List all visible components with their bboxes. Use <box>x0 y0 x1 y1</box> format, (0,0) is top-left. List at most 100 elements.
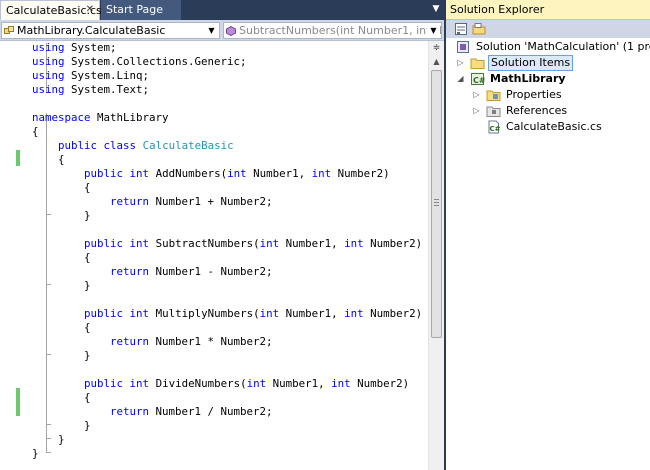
code-text: { <box>32 125 39 138</box>
tab-label: Start Page <box>106 3 163 16</box>
scroll-up-icon[interactable]: ▲ <box>429 55 444 69</box>
member-dropdown-value: SubtractNumbers(int Number1, int Numl <box>239 24 442 37</box>
code-line: public int AddNumbers(int Number1, int N… <box>32 167 390 181</box>
code-line: } <box>32 349 91 363</box>
code-keyword: int <box>259 307 280 320</box>
solution-tree: Solution 'MathCalculation' (1 project) ▷… <box>446 38 650 470</box>
properties-folder-icon <box>486 90 501 101</box>
outlining-margin <box>21 41 51 470</box>
code-line: using System.Text; <box>32 83 149 97</box>
code-text: Number1 + Number2; <box>149 195 273 208</box>
code-text: { <box>32 391 91 404</box>
code-text: DivideNumbers( <box>149 377 247 390</box>
expand-arrow-icon[interactable]: ▷ <box>472 87 481 103</box>
code-line: return Number1 / Number2; <box>32 405 273 419</box>
code-line: public int DivideNumbers(int Number1, in… <box>32 377 409 391</box>
tab-list-dropdown-icon[interactable]: ▼ <box>431 4 441 14</box>
code-text: Number2) <box>350 377 410 390</box>
code-line: { <box>32 153 65 167</box>
properties-icon[interactable] <box>454 22 468 36</box>
member-dropdown[interactable]: SubtractNumbers(int Number1, int Numl ▼ <box>223 22 442 39</box>
references-icon <box>486 106 501 117</box>
code-text: Number1 / Number2; <box>149 405 273 418</box>
code-line: namespace MathLibrary <box>32 111 169 125</box>
code-line: return Number1 * Number2; <box>32 335 273 349</box>
code-text: } <box>32 279 91 292</box>
expand-arrow-icon[interactable]: ▷ <box>456 55 465 71</box>
code-type-name: CalculateBasic <box>142 139 234 152</box>
tab-calculatebasic-cs[interactable]: CalculateBasic.cs ✕ <box>0 0 102 20</box>
folder-icon <box>470 58 485 69</box>
show-all-files-icon[interactable] <box>472 22 486 36</box>
code-text: { <box>32 153 65 166</box>
code-keyword: public <box>84 167 124 180</box>
code-text: Number1, <box>266 377 332 390</box>
code-text: System.Linq; <box>64 69 150 82</box>
code-text: System; <box>64 41 117 54</box>
code-text: { <box>32 181 91 194</box>
navigation-bar: MathLibrary.CalculateBasic ▼ SubtractNum… <box>0 20 444 41</box>
code-editor-pane: CalculateBasic.cs ✕ Start Page ▼ MathLib… <box>0 0 444 470</box>
grip-icon <box>434 202 439 203</box>
code-keyword: using <box>32 55 65 68</box>
code-line: using System; <box>32 41 117 55</box>
chevron-down-icon[interactable]: ▼ <box>205 24 218 37</box>
tab-start-page[interactable]: Start Page <box>101 0 181 20</box>
svg-text:C#: C# <box>473 76 485 85</box>
code-text: MultiplyNumbers( <box>149 307 260 320</box>
expand-arrow-icon[interactable]: ▷ <box>472 103 481 119</box>
chevron-down-icon[interactable]: ▼ <box>427 24 440 37</box>
code-line: } <box>32 209 91 223</box>
code-keyword: int <box>246 377 267 390</box>
vertical-scrollbar[interactable]: ≑ ▲ <box>428 41 444 470</box>
code-line: public int MultiplyNumbers(int Number1, … <box>32 307 422 321</box>
code-text: SubtractNumbers( <box>149 237 260 250</box>
code-keyword: int <box>129 237 150 250</box>
code-text: } <box>32 447 39 460</box>
scroll-thumb[interactable] <box>431 70 442 338</box>
close-tab-icon[interactable]: ✕ <box>86 4 94 15</box>
csharp-file-icon: C# <box>488 120 501 134</box>
code-line: public int SubtractNumbers(int Number1, … <box>32 237 422 251</box>
code-line: return Number1 + Number2; <box>32 195 273 209</box>
class-icon <box>4 26 14 34</box>
code-text-area[interactable]: using System; using System.Collections.Ge… <box>0 41 428 470</box>
code-keyword: using <box>32 83 65 96</box>
code-keyword: int <box>259 237 280 250</box>
code-line: { <box>32 125 39 139</box>
code-keyword: return <box>110 265 150 278</box>
tree-node-label: Solution 'MathCalculation' (1 project) <box>476 40 650 53</box>
type-dropdown-value: MathLibrary.CalculateBasic <box>17 24 166 37</box>
code-text: } <box>32 349 91 362</box>
code-text: Number2) <box>363 307 423 320</box>
code-line: return Number1 - Number2; <box>32 265 273 279</box>
code-line: { <box>32 321 91 335</box>
document-tabstrip: CalculateBasic.cs ✕ Start Page ▼ <box>0 0 444 20</box>
code-keyword: int <box>344 237 364 250</box>
code-text: System.Text; <box>64 83 150 96</box>
code-text: { <box>32 321 91 334</box>
splitter-handle-icon[interactable]: ≑ <box>429 41 444 55</box>
code-line: using System.Linq; <box>32 69 149 83</box>
grip-icon <box>434 205 439 206</box>
solution-explorer-toolbar <box>446 20 650 38</box>
code-text: Number2) <box>331 167 390 180</box>
tree-node-label: Properties <box>506 88 562 101</box>
code-keyword: public <box>58 139 98 152</box>
code-keyword: public <box>84 307 124 320</box>
code-keyword: return <box>110 195 150 208</box>
tree-node-label: CalculateBasic.cs <box>506 120 602 133</box>
code-text: MathLibrary <box>90 111 169 124</box>
collapse-arrow-icon[interactable]: ◢ <box>456 71 465 87</box>
grip-icon <box>434 199 439 200</box>
type-dropdown[interactable]: MathLibrary.CalculateBasic ▼ <box>1 22 220 39</box>
code-keyword: int <box>227 167 247 180</box>
